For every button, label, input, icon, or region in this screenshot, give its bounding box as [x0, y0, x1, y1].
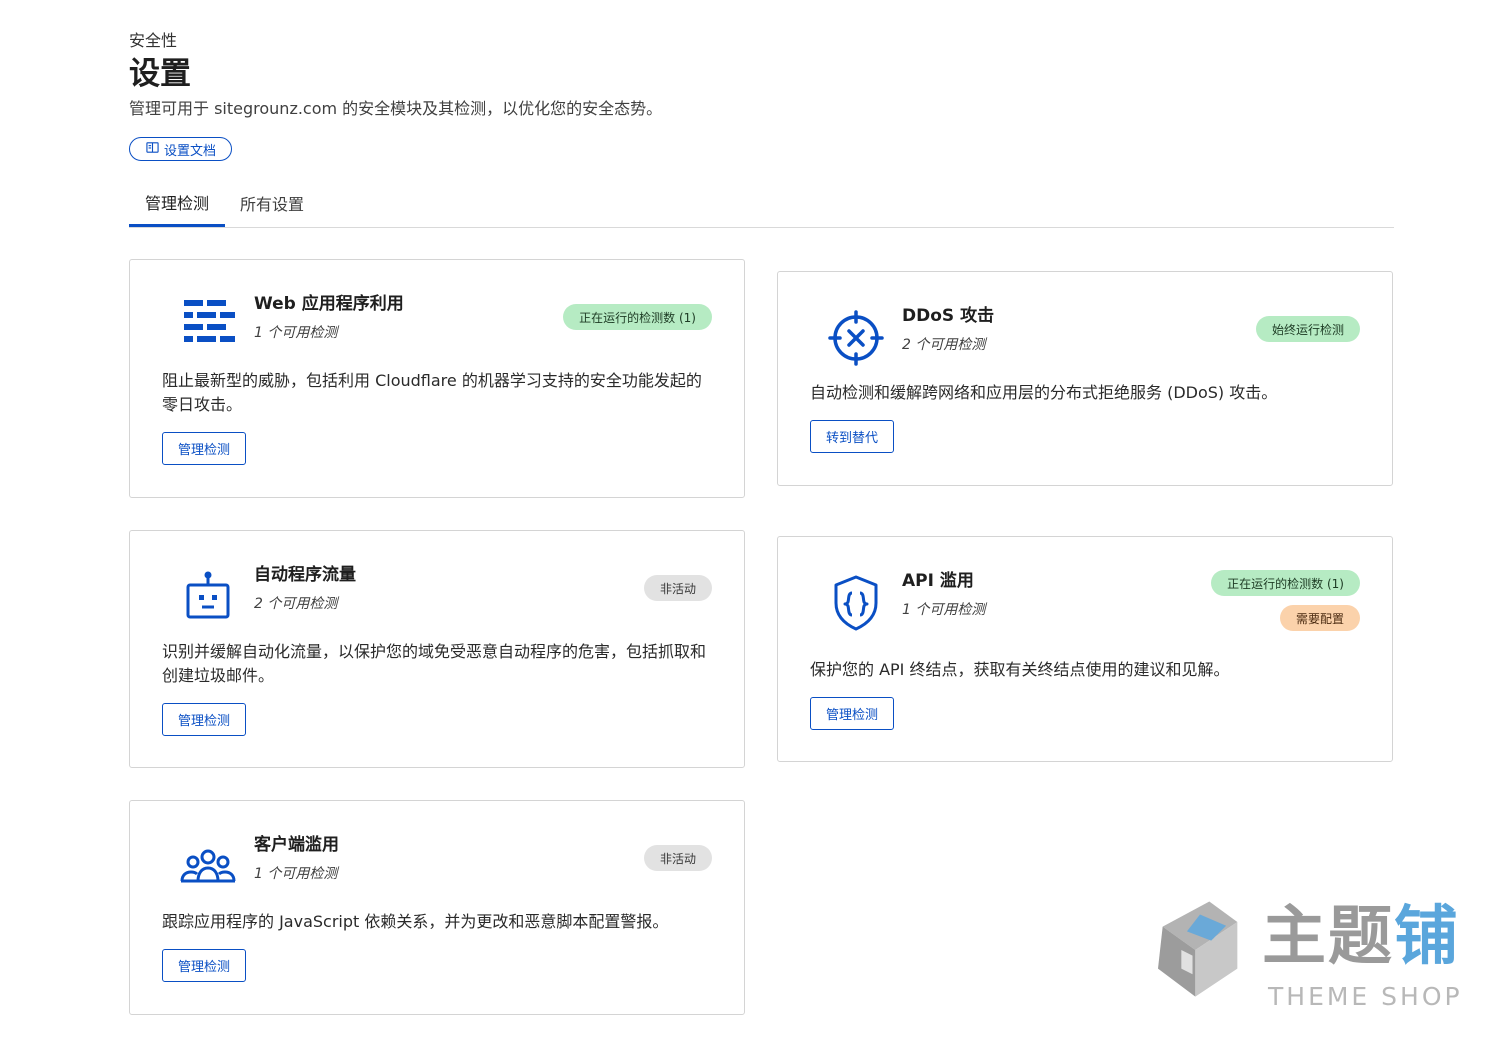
card-description: 识别并缓解自动化流量，以保护您的域免受恶意自动程序的危害，包括抓取和创建垃圾邮件…: [162, 642, 707, 685]
page-title: 设置: [129, 56, 191, 92]
card-web-app-exploits: Web 应用程序利用 1 个可用检测 正在运行的检测数 (1) 阻止最新型的威胁…: [129, 259, 745, 498]
card-description: 自动检测和缓解跨网络和应用层的分布式拒绝服务 (DDoS) 攻击。: [810, 383, 1278, 402]
users-group-icon: [178, 837, 238, 897]
status-badge: 非活动: [643, 575, 712, 601]
badge-group: 正在运行的检测数 (1) 需要配置: [1211, 570, 1360, 631]
watermark-logo: 主题铺 THEME SHOP: [1140, 890, 1490, 1020]
badge-group: 非活动: [643, 575, 712, 601]
card-subtitle: 2 个可用检测: [254, 596, 338, 612]
card-title: DDoS 攻击: [902, 306, 995, 326]
robot-icon: [178, 567, 238, 627]
tab-bar: 管理检测 所有设置: [129, 180, 1394, 228]
firewall-bricks-icon: [178, 296, 238, 356]
status-badge: 正在运行的检测数 (1): [1211, 570, 1360, 596]
breadcrumb[interactable]: 安全性: [129, 30, 1394, 52]
card-api-abuse: API 滥用 1 个可用检测 正在运行的检测数 (1) 需要配置 保护您的 AP…: [777, 536, 1393, 762]
api-shield-icon: [826, 573, 886, 633]
badge-group: 非活动: [643, 845, 712, 871]
watermark-title: 主题铺: [1262, 900, 1460, 974]
crosshair-target-icon: [826, 308, 886, 368]
card-client-side-abuse: 客户端滥用 1 个可用检测 非活动 跟踪应用程序的 JavaScript 依赖关…: [129, 800, 745, 1015]
tab-manage-detections[interactable]: 管理检测: [129, 180, 225, 227]
card-title: 自动程序流量: [254, 565, 356, 585]
manage-detections-button[interactable]: 管理检测: [810, 697, 895, 730]
card-ddos: DDoS 攻击 2 个可用检测 始终运行检测 自动检测和缓解跨网络和应用层的分布…: [777, 271, 1393, 486]
status-badge: 始终运行检测: [1255, 316, 1360, 342]
page-header: 安全性 设置 管理可用于 sitegrounz.com 的安全模块及其检测，以优…: [129, 30, 1394, 161]
book-icon: [146, 141, 159, 158]
manage-detections-button[interactable]: 管理检测: [162, 949, 247, 982]
card-description: 跟踪应用程序的 JavaScript 依赖关系，并为更改和恶意脚本配置警报。: [162, 912, 669, 931]
manage-detections-button[interactable]: 管理检测: [162, 432, 247, 465]
card-subtitle: 1 个可用检测: [902, 602, 986, 618]
manage-detections-button[interactable]: 管理检测: [162, 703, 247, 736]
card-title: Web 应用程序利用: [254, 294, 404, 314]
card-subtitle: 1 个可用检测: [254, 325, 338, 341]
page-description: 管理可用于 sitegrounz.com 的安全模块及其检测，以优化您的安全态势…: [129, 99, 663, 118]
card-description: 保护您的 API 终结点，获取有关终结点使用的建议和见解。: [810, 660, 1230, 679]
settings-docs-label: 设置文档: [164, 143, 217, 159]
watermark-subtitle: THEME SHOP: [1268, 982, 1463, 1011]
status-badge: 非活动: [643, 845, 712, 871]
card-title: 客户端滥用: [254, 835, 339, 855]
tab-all-settings[interactable]: 所有设置: [229, 180, 315, 226]
watermark-emblem: [1158, 901, 1238, 997]
card-subtitle: 1 个可用检测: [254, 866, 338, 882]
go-to-override-button[interactable]: 转到替代: [810, 420, 895, 453]
card-description: 阻止最新型的威胁，包括利用 Cloudflare 的机器学习支持的安全功能发起的…: [162, 371, 702, 414]
card-title: API 滥用: [902, 571, 974, 591]
status-badge: 正在运行的检测数 (1): [563, 304, 712, 330]
badge-group: 正在运行的检测数 (1): [563, 304, 712, 330]
card-subtitle: 2 个可用检测: [902, 337, 986, 353]
needs-config-badge: 需要配置: [1279, 605, 1360, 631]
card-bot-traffic: 自动程序流量 2 个可用检测 非活动 识别并缓解自动化流量，以保护您的域免受恶意…: [129, 530, 745, 768]
badge-group: 始终运行检测: [1255, 316, 1360, 342]
settings-docs-button[interactable]: 设置文档: [129, 137, 233, 161]
